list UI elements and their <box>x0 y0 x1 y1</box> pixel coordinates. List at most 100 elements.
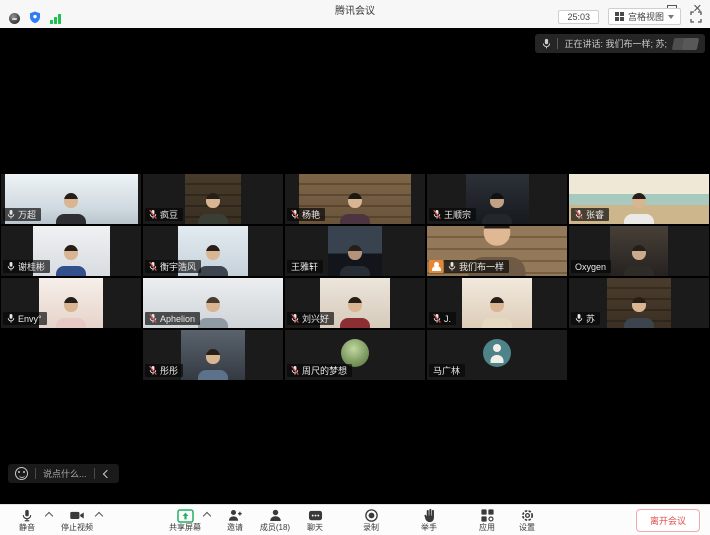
apps-icon <box>480 508 495 523</box>
person-figure <box>333 245 377 276</box>
participant-label: 杨艳 <box>287 208 325 221</box>
person-figure <box>191 349 235 380</box>
record-icon <box>364 508 379 523</box>
participant-name: 我们布一样 <box>459 260 504 273</box>
video-grid: 万超 疯豆 杨艳 王顺宗 <box>1 174 709 380</box>
participant-name: Envy° <box>18 314 42 324</box>
toolbar-item-members[interactable]: 成员(18) <box>258 508 292 532</box>
person-figure <box>333 297 377 328</box>
mic-status-icon <box>575 209 583 220</box>
participant-tile[interactable]: 张睿 <box>569 174 709 224</box>
participant-tile[interactable]: 刘兴好 <box>285 278 425 328</box>
person-figure <box>475 297 519 328</box>
mic-status-icon <box>149 261 157 272</box>
person-figure <box>49 297 93 328</box>
expand-caret-stop-video[interactable] <box>96 513 102 519</box>
mic-status-icon <box>7 209 15 220</box>
participant-label: 周尺的梦想 <box>287 364 352 377</box>
meeting-stage: 正在讲话: 我们布一样; 苏; 万超 疯豆 <box>0 28 710 505</box>
participant-label: 万超 <box>3 208 41 221</box>
participant-tile[interactable]: 彤彤 <box>143 330 283 380</box>
toolbar-item-apps[interactable]: 应用 <box>470 508 504 532</box>
share-screen-icon <box>177 508 194 523</box>
network-signal-icon <box>50 14 61 24</box>
participant-tile[interactable]: 万超 <box>1 174 141 224</box>
participant-label: 王雅轩 <box>287 260 323 273</box>
tool-label: 设置 <box>519 524 535 532</box>
tool-label: 邀请 <box>227 524 243 532</box>
expand-caret-mute[interactable] <box>46 513 52 519</box>
toolbar-item-invite[interactable]: 邀请 <box>218 508 252 532</box>
participant-name: J. <box>444 314 451 324</box>
participant-tile[interactable]: 我们布一样 <box>427 226 567 276</box>
mic-status-icon <box>149 313 157 324</box>
leave-meeting-button[interactable]: 离开会议 <box>636 509 700 532</box>
participant-name: 马广林 <box>433 364 460 377</box>
participant-tile[interactable]: 周尺的梦想 <box>285 330 425 380</box>
participant-tile[interactable]: 杨艳 <box>285 174 425 224</box>
tool-label: 聊天 <box>307 524 323 532</box>
meeting-info-icon[interactable] <box>9 13 20 24</box>
participant-label: Oxygen <box>571 260 611 273</box>
divider <box>94 468 95 479</box>
participant-label: 疯豆 <box>145 208 183 221</box>
tool-label: 静音 <box>19 524 35 532</box>
participant-name: 周尺的梦想 <box>302 364 347 377</box>
person-figure <box>333 193 377 224</box>
chat-quick-bar[interactable]: 说点什么... <box>8 464 119 483</box>
person-figure <box>617 245 661 276</box>
participant-tile[interactable]: 疯豆 <box>143 174 283 224</box>
speaking-mic-icon <box>542 38 551 50</box>
raise-hand-icon <box>423 508 436 523</box>
toolbar-items: 静音 停止视频 共享屏幕 邀请 成员(18) 聊天 录制 举手 应用 设置 <box>10 505 550 535</box>
mic-status-icon <box>291 313 299 324</box>
participant-label: 王顺宗 <box>429 208 476 221</box>
participant-tile[interactable]: 马广林 <box>427 330 567 380</box>
mic-status-icon <box>575 313 583 324</box>
toolbar-item-record[interactable]: 录制 <box>354 508 388 532</box>
meeting-timer: 25:03 <box>558 10 599 24</box>
view-switch-button[interactable]: 宫格视图 <box>608 8 681 25</box>
participant-tile[interactable]: 王顺宗 <box>427 174 567 224</box>
chat-input[interactable]: 说点什么... <box>43 467 87 480</box>
grid-view-icon <box>615 12 624 21</box>
participant-label: 张睿 <box>571 208 609 221</box>
speaking-toast: 正在讲话: 我们布一样; 苏; <box>535 34 705 53</box>
toolbar-item-stop-video[interactable]: 停止视频 <box>60 508 94 532</box>
emoji-icon[interactable] <box>15 467 28 480</box>
participant-tile[interactable]: 苏 <box>569 278 709 328</box>
toolbar-item-mute[interactable]: 静音 <box>10 508 44 532</box>
participant-label: J. <box>429 312 456 325</box>
expand-caret-share-screen[interactable] <box>204 513 210 519</box>
tool-label: 举手 <box>421 524 437 532</box>
fullscreen-icon[interactable] <box>690 11 702 23</box>
participant-name: 张睿 <box>586 208 604 221</box>
participant-label: 苏 <box>571 312 600 325</box>
collapse-chat-icon[interactable] <box>102 469 110 477</box>
person-figure <box>191 193 235 224</box>
bottom-toolbar: 静音 停止视频 共享屏幕 邀请 成员(18) 聊天 录制 举手 应用 设置 离开… <box>0 504 710 535</box>
mic-status-icon <box>291 365 299 376</box>
mic-status-icon <box>448 261 456 272</box>
video-feed <box>328 226 381 276</box>
toolbar-item-settings[interactable]: 设置 <box>510 508 544 532</box>
participant-tile[interactable]: J. <box>427 278 567 328</box>
toolbar-item-raise-hand[interactable]: 举手 <box>412 508 446 532</box>
participant-label: 我们布一样 <box>429 260 509 273</box>
settings-icon <box>520 508 535 523</box>
participant-tile[interactable]: Aphelion <box>143 278 283 328</box>
tool-label: 共享屏幕 <box>169 524 201 532</box>
participant-tile[interactable]: 衡宇浩风 <box>143 226 283 276</box>
participant-tile[interactable]: Envy° <box>1 278 141 328</box>
security-shield-icon[interactable] <box>29 11 41 24</box>
chevron-down-icon <box>668 15 674 19</box>
video-feed <box>610 226 669 276</box>
toolbar-item-share-screen[interactable]: 共享屏幕 <box>168 508 202 532</box>
mic-status-icon <box>7 313 15 324</box>
participant-tile[interactable]: 谢桂彬 <box>1 226 141 276</box>
participant-tile[interactable]: 王雅轩 <box>285 226 425 276</box>
participant-tile[interactable]: Oxygen <box>569 226 709 276</box>
speaking-text: 正在讲话: 我们布一样; 苏; <box>564 37 667 50</box>
camera-icon <box>69 508 85 523</box>
toolbar-item-chat[interactable]: 聊天 <box>298 508 332 532</box>
